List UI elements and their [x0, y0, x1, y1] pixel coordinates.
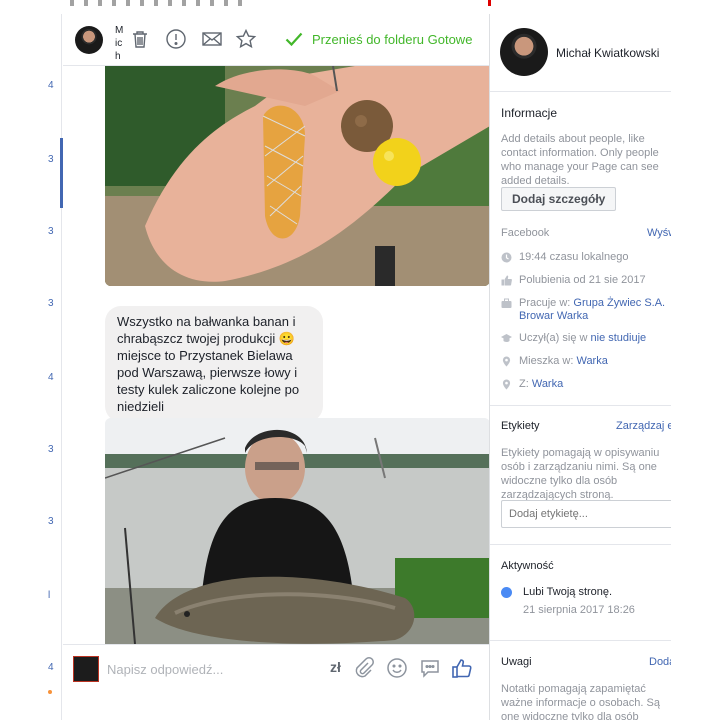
photo-man-with-carp: [105, 418, 490, 644]
move-to-done-button[interactable]: Przenieś do folderu Gotowe: [285, 29, 472, 49]
graduation-cap-icon: [501, 333, 512, 344]
conversation-toolbar: Mich Przenieś do folderu Gotowe: [63, 14, 489, 66]
profile-header: Michał Kwiatkowski: [490, 14, 671, 92]
notes-section-description: Notatki pomagają zapamiętać ważne inform…: [501, 683, 660, 720]
section-divider: [490, 640, 671, 641]
conversation-list-edge[interactable]: 4 3 3 3 4 3 3 l 4: [0, 14, 63, 720]
info-row-text: Polubienia od 21 sie 2017: [519, 274, 646, 286]
list-mark: 4: [48, 372, 54, 383]
page-avatar: [73, 656, 99, 682]
info-row-likes-since: Polubienia od 21 sie 2017: [501, 274, 671, 287]
location-pin-icon: [501, 356, 512, 367]
activity-text: Lubi Twoją stronę.: [523, 586, 613, 598]
unread-dot: [48, 690, 52, 694]
labels-section-description: Etykiety pomagają w opisywaniu osób i za…: [501, 447, 660, 501]
top-strip-decoration: [70, 0, 250, 6]
add-details-button[interactable]: Dodaj szczegóły: [501, 187, 617, 211]
star-icon[interactable]: [235, 28, 257, 50]
payment-button[interactable]: zł: [330, 659, 341, 675]
info-row-local-time: 19:44 czasu lokalnego: [501, 251, 671, 264]
info-row-education: Uczył(a) się w nie studiuje: [501, 332, 671, 345]
hometown-link[interactable]: Warka: [532, 378, 563, 390]
emoji-icon[interactable]: [386, 657, 408, 679]
info-row-text: Pracuje w:: [519, 297, 574, 309]
message-photo[interactable]: [105, 66, 490, 286]
conversation-pane: Mich Przenieś do folderu Gotowe Wszystko…: [63, 14, 490, 720]
list-mark: 3: [48, 226, 54, 237]
briefcase-icon: [501, 298, 512, 309]
activity-dot: [501, 587, 512, 598]
top-strip-red-mark: [488, 0, 491, 6]
spam-icon[interactable]: [165, 28, 187, 50]
list-mark: 4: [48, 80, 54, 91]
profile-name[interactable]: Michał Kwiatkowski: [556, 46, 659, 60]
message-bubble: Wszystko na bałwanka banan i chrabąszcz …: [105, 306, 323, 422]
message-photo[interactable]: [105, 418, 490, 644]
mark-unread-icon[interactable]: [201, 28, 223, 50]
city-link[interactable]: Warka: [576, 355, 607, 367]
info-row-text: Uczył(a) się w: [519, 332, 591, 344]
list-mark: 3: [48, 298, 54, 309]
thumbs-up-icon[interactable]: [451, 657, 473, 679]
saved-replies-icon[interactable]: [419, 657, 441, 679]
page-right-margin: [671, 14, 720, 720]
trash-icon[interactable]: [129, 28, 151, 50]
manage-labels-link[interactable]: Zarządzaj etykietami: [616, 420, 671, 432]
info-row-from: Z: Warka: [501, 378, 671, 391]
school-link[interactable]: nie studiuje: [591, 332, 647, 344]
reply-input[interactable]: Napisz odpowiedź...: [107, 662, 223, 677]
info-row-text: Z:: [519, 378, 532, 390]
like-icon: [501, 275, 512, 286]
activity-section-title: Aktywność: [501, 560, 554, 572]
info-section-title: Informacje: [501, 106, 558, 120]
info-row-text: Mieszka w:: [519, 355, 577, 367]
move-to-done-label: Przenieś do folderu Gotowe: [312, 31, 473, 47]
photo-hand-baits: [105, 66, 490, 286]
facebook-label: Facebook: [501, 227, 550, 239]
add-label-input[interactable]: [501, 500, 671, 528]
activity-date: 21 sierpnia 2017 18:26: [523, 604, 635, 616]
browser-top-strip: [0, 0, 720, 14]
list-mark: 4: [48, 662, 54, 673]
info-row-work: Pracuje w: Grupa Żywiec S.A. Browar Wark…: [501, 297, 671, 323]
list-mark: l: [48, 590, 51, 601]
contact-info-panel: Michał Kwiatkowski Informacje Add detail…: [489, 14, 671, 720]
notes-section-title: Uwagi: [501, 656, 532, 668]
profile-avatar[interactable]: [500, 28, 548, 76]
info-row-lives-in: Mieszka w: Warka: [501, 355, 671, 368]
info-section-description: Add details about people, like contact i…: [501, 133, 659, 187]
sender-avatar[interactable]: [75, 26, 103, 54]
attachment-icon[interactable]: [353, 657, 375, 679]
labels-section-title: Etykiety: [501, 420, 540, 432]
view-profile-link[interactable]: Wyświetl: [647, 227, 671, 239]
info-row-text: 19:44 czasu lokalnego: [519, 251, 629, 263]
section-divider: [490, 544, 671, 545]
add-note-link[interactable]: Dodaj: [649, 656, 671, 668]
list-mark: 3: [48, 516, 54, 527]
list-mark: 3: [48, 444, 54, 455]
list-mark: 3: [48, 154, 54, 165]
location-pin-icon: [501, 379, 512, 390]
sender-short-name: Mich: [115, 25, 124, 62]
clock-icon: [501, 252, 512, 263]
section-divider: [490, 405, 671, 406]
reply-composer: Napisz odpowiedź... zł: [63, 644, 489, 720]
checkmark-icon: [285, 32, 303, 47]
